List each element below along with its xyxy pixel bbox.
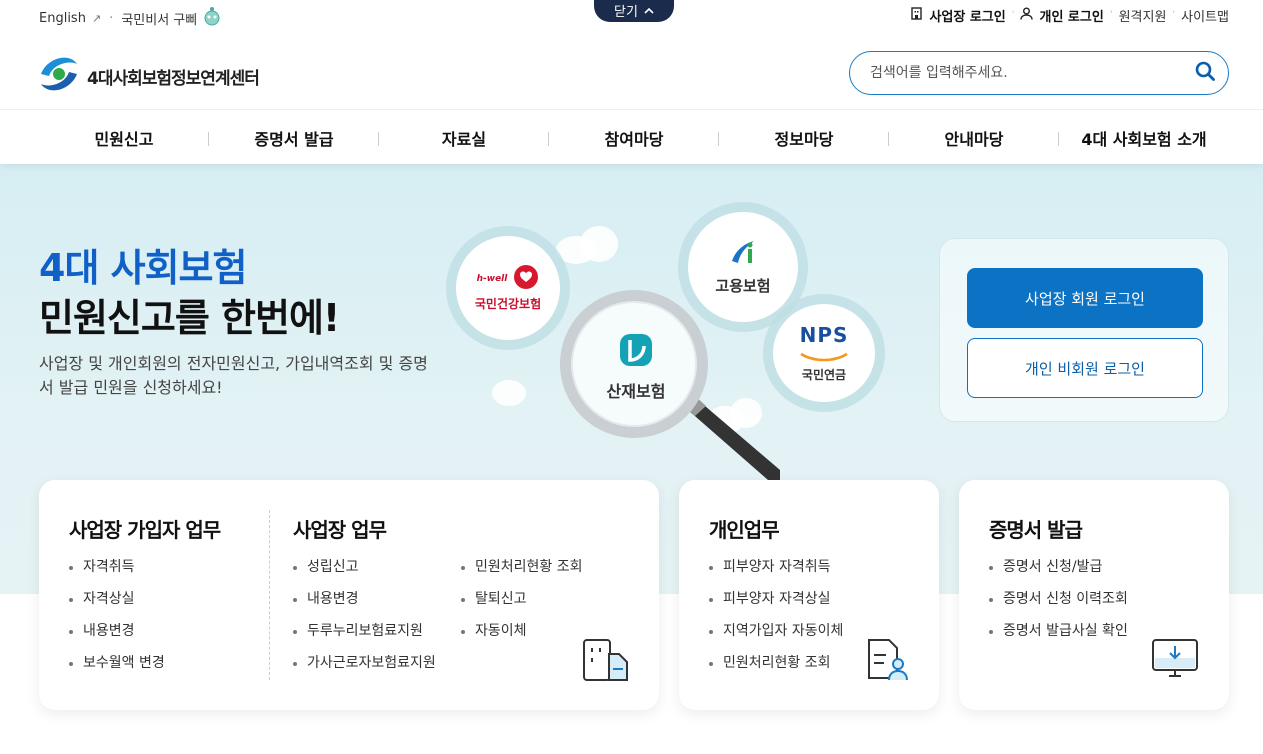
nav-item-library[interactable]: 자료실 — [379, 126, 549, 150]
nps-logo-text: NPS — [799, 323, 849, 347]
health-brand-text: h-well — [476, 273, 508, 284]
hero-title: 4대 사회보험 — [39, 246, 247, 290]
external-link-icon: ↗ — [91, 11, 102, 25]
remote-link[interactable]: 원격지원 — [1119, 6, 1167, 25]
national-pension-label: 국민연금 — [801, 368, 847, 382]
biz-list-col1: 성립신고 내용변경 두루누리보험료지원 가사근로자보험료지원 — [293, 556, 436, 684]
list-item[interactable]: 두루누리보험료지원 — [293, 620, 436, 652]
list-item[interactable]: 보수월액 변경 — [69, 652, 165, 684]
industrial-accident-badge[interactable]: 산재보험 — [584, 318, 688, 414]
list-item[interactable]: 자격상실 — [69, 588, 165, 620]
list-item[interactable]: 지역가입자 자동이체 — [709, 620, 843, 652]
list-item[interactable]: 증명서 발급사실 확인 — [989, 620, 1128, 652]
heart-icon — [513, 264, 539, 293]
list-item[interactable]: 탈퇴신고 — [461, 588, 583, 620]
ind-login-link[interactable]: 개인 로그인 — [1039, 6, 1103, 25]
health-insurance-label: 국민건강보험 — [474, 296, 542, 311]
biz-card-title: 사업장 업무 — [293, 518, 387, 542]
business-card: 사업장 가입자 업무 자격취득 자격상실 내용변경 보수월액 변경 사업장 업무… — [39, 480, 659, 710]
list-item[interactable]: 민원처리현황 조회 — [709, 652, 843, 684]
list-item[interactable]: 피부양자 자격취득 — [709, 556, 843, 588]
join-list: 자격취득 자격상실 내용변경 보수월액 변경 — [69, 556, 165, 684]
building-document-icon — [581, 636, 631, 686]
close-tab-button[interactable]: 닫기 — [594, 0, 674, 22]
biz-list-col2: 민원처리현황 조회 탈퇴신고 자동이체 — [461, 556, 583, 652]
search-input[interactable] — [870, 65, 1194, 81]
personal-card-title: 개인업무 — [709, 518, 780, 542]
list-item[interactable]: 성립신고 — [293, 556, 436, 588]
chevron-up-icon — [644, 3, 654, 18]
industrial-accident-label: 산재보험 — [606, 382, 666, 401]
accident-logo-icon — [616, 330, 656, 374]
building-icon — [910, 7, 923, 24]
nav-item-participation[interactable]: 참여마당 — [549, 126, 719, 150]
monitor-download-icon — [1151, 638, 1201, 684]
list-item[interactable]: 가사근로자보험료지원 — [293, 652, 436, 684]
card-divider — [269, 510, 270, 680]
national-pension-badge[interactable]: NPS 국민연금 — [773, 304, 875, 402]
hero-description: 사업장 및 개인회원의 전자민원신고, 가입내역조회 및 증명서 발급 민원을 … — [39, 354, 428, 397]
cert-card-title: 증명서 발급 — [989, 518, 1083, 542]
nav-item-complaint[interactable]: 민원신고 — [39, 126, 209, 150]
site-logo[interactable]: 4대사회보험정보연계센터 — [39, 54, 260, 98]
list-item[interactable]: 내용변경 — [69, 620, 165, 652]
list-item[interactable]: 증명서 신청 이력조회 — [989, 588, 1128, 620]
list-item[interactable]: 자격취득 — [69, 556, 165, 588]
nav-item-guide[interactable]: 안내마당 — [889, 126, 1059, 150]
person-icon — [1020, 7, 1034, 24]
search-icon[interactable] — [1194, 60, 1216, 86]
cert-list: 증명서 신청/발급 증명서 신청 이력조회 증명서 발급사실 확인 — [989, 556, 1128, 652]
person-document-icon — [865, 636, 911, 686]
employment-logo-icon — [728, 239, 758, 271]
biz-login-link[interactable]: 사업장 로그인 — [929, 6, 1005, 25]
search-box — [849, 51, 1229, 95]
nav-item-certificate[interactable]: 증명서 발급 — [209, 126, 379, 150]
robot-icon — [203, 6, 221, 30]
nav-item-about[interactable]: 4대 사회보험 소개 — [1059, 126, 1229, 150]
join-card-title: 사업장 가입자 업무 — [69, 518, 221, 542]
guide-link[interactable]: 국민비서 구삐 — [121, 9, 197, 28]
list-item[interactable]: 피부양자 자격상실 — [709, 588, 843, 620]
nps-swoosh-icon — [799, 347, 849, 366]
logo-icon — [39, 54, 79, 98]
english-link[interactable]: English — [39, 11, 86, 26]
main-nav: 민원신고 증명서 발급 자료실 참여마당 정보마당 안내마당 4대 사회보험 소… — [0, 111, 1263, 164]
sitemap-link[interactable]: 사이트맵 — [1181, 6, 1229, 25]
list-item[interactable]: 내용변경 — [293, 588, 436, 620]
ind-guest-login-button[interactable]: 개인 비회원 로그인 — [967, 338, 1203, 398]
personal-list: 피부양자 자격취득 피부양자 자격상실 지역가입자 자동이체 민원처리현황 조회 — [709, 556, 843, 684]
health-insurance-badge[interactable]: h-well 국민건강보험 — [456, 236, 560, 340]
logo-text: 4대사회보험정보연계센터 — [87, 68, 260, 89]
list-item[interactable]: 증명서 신청/발급 — [989, 556, 1128, 588]
hero-subtitle: 민원신고를 한번에! — [39, 296, 340, 340]
personal-card: 개인업무 피부양자 자격취득 피부양자 자격상실 지역가입자 자동이체 민원처리… — [679, 480, 939, 710]
login-panel: 사업장 회원 로그인 개인 비회원 로그인 — [939, 238, 1229, 422]
list-item[interactable]: 민원처리현황 조회 — [461, 556, 583, 588]
list-item[interactable]: 자동이체 — [461, 620, 583, 652]
nav-item-information[interactable]: 정보마당 — [719, 126, 889, 150]
biz-member-login-button[interactable]: 사업장 회원 로그인 — [967, 268, 1203, 328]
header: 4대사회보험정보연계센터 — [0, 40, 1263, 110]
certificate-card: 증명서 발급 증명서 신청/발급 증명서 신청 이력조회 증명서 발급사실 확인 — [959, 480, 1229, 710]
